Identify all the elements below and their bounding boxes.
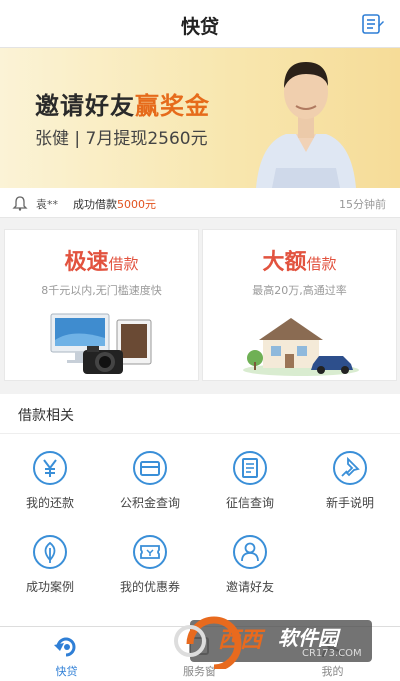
notice-time: 15分钟前 bbox=[339, 198, 386, 211]
watermark-brand: 西西 bbox=[218, 628, 263, 653]
app-header: 快贷 bbox=[0, 0, 400, 48]
leaf-icon bbox=[33, 535, 67, 569]
grid-item-label: 征信查询 bbox=[225, 496, 274, 510]
grid-item-label: 我的优惠券 bbox=[119, 580, 180, 594]
notice-message: 成功借款5000元 bbox=[73, 198, 156, 211]
grid-item-beginner-guide[interactable]: 新手说明 bbox=[300, 442, 400, 526]
house-car-illustration bbox=[243, 318, 359, 376]
notice-user: 袁** bbox=[36, 198, 58, 211]
promo-banner[interactable]: 邀请好友赢奖金 张健 | 7月提现2560元 bbox=[0, 48, 400, 188]
person-photo bbox=[256, 62, 356, 188]
loan-notice-bar: 袁** 成功借款5000元 15分钟前 bbox=[0, 188, 400, 218]
large-loan-subtitle: 最高20万,高通过率 bbox=[252, 284, 347, 297]
grid-item-my-repayment[interactable]: 我的还款 bbox=[0, 442, 100, 526]
banner-subline: 张健 | 7月提现2560元 bbox=[35, 129, 208, 149]
fast-loan-title: 极速借款 bbox=[64, 250, 139, 275]
tab-label: 快贷 bbox=[55, 665, 78, 678]
grid-item-label: 成功案例 bbox=[25, 580, 74, 594]
grid-item-credit-query[interactable]: 征信查询 bbox=[200, 442, 300, 526]
yen-icon bbox=[33, 451, 67, 485]
loan-cards: 极速借款 8千元以内,无门槛速度快 大额借款 最高20万,高通过率 bbox=[0, 229, 400, 381]
grid-item-my-coupons[interactable]: 我的优惠券 bbox=[100, 526, 200, 610]
list-menu-icon[interactable] bbox=[362, 14, 384, 34]
grid-item-success-cases[interactable]: 成功案例 bbox=[0, 526, 100, 610]
large-loan-title: 大额借款 bbox=[262, 250, 337, 275]
notice-amount: 5000元 bbox=[117, 198, 156, 211]
coupon-icon bbox=[133, 535, 167, 569]
card-icon bbox=[133, 451, 167, 485]
document-icon bbox=[233, 451, 267, 485]
pushpin-icon bbox=[333, 451, 367, 485]
watermark-logo bbox=[174, 616, 372, 669]
large-loan-card[interactable]: 大额借款 最高20万,高通过率 bbox=[202, 229, 397, 381]
grid-item-label: 邀请好友 bbox=[225, 580, 274, 594]
bell-icon bbox=[12, 196, 28, 211]
page-title: 快贷 bbox=[180, 16, 219, 38]
grid-item-label: 新手说明 bbox=[325, 496, 374, 510]
person-icon bbox=[233, 535, 267, 569]
grid-item-invite-friends[interactable]: 邀请好友 bbox=[200, 526, 300, 610]
quick-loan-icon bbox=[54, 637, 76, 657]
loan-related-section: 借款相关 我的还款 公积金查询 征信查询 新手说明 成功案例 我的优惠券 邀请好… bbox=[0, 394, 400, 626]
electronics-illustration bbox=[50, 313, 152, 374]
fast-loan-subtitle: 8千元以内,无门槛速度快 bbox=[41, 284, 162, 297]
fast-loan-card[interactable]: 极速借款 8千元以内,无门槛速度快 bbox=[4, 229, 199, 381]
banner-headline: 邀请好友赢奖金 bbox=[35, 92, 210, 120]
watermark-brand-2: 软件园 bbox=[278, 626, 338, 650]
section-title: 借款相关 bbox=[18, 408, 74, 424]
watermark-url: CR173.COM bbox=[302, 648, 362, 659]
tab-quick-loan[interactable]: 快贷 bbox=[0, 627, 133, 681]
grid-item-label: 我的还款 bbox=[25, 496, 74, 510]
section-header: 借款相关 bbox=[0, 394, 400, 434]
grid-item-fund-query[interactable]: 公积金查询 bbox=[100, 442, 200, 526]
site-watermark: 西西 软件园 CR173.COM bbox=[160, 614, 375, 669]
grid-item-label: 公积金查询 bbox=[119, 496, 180, 510]
